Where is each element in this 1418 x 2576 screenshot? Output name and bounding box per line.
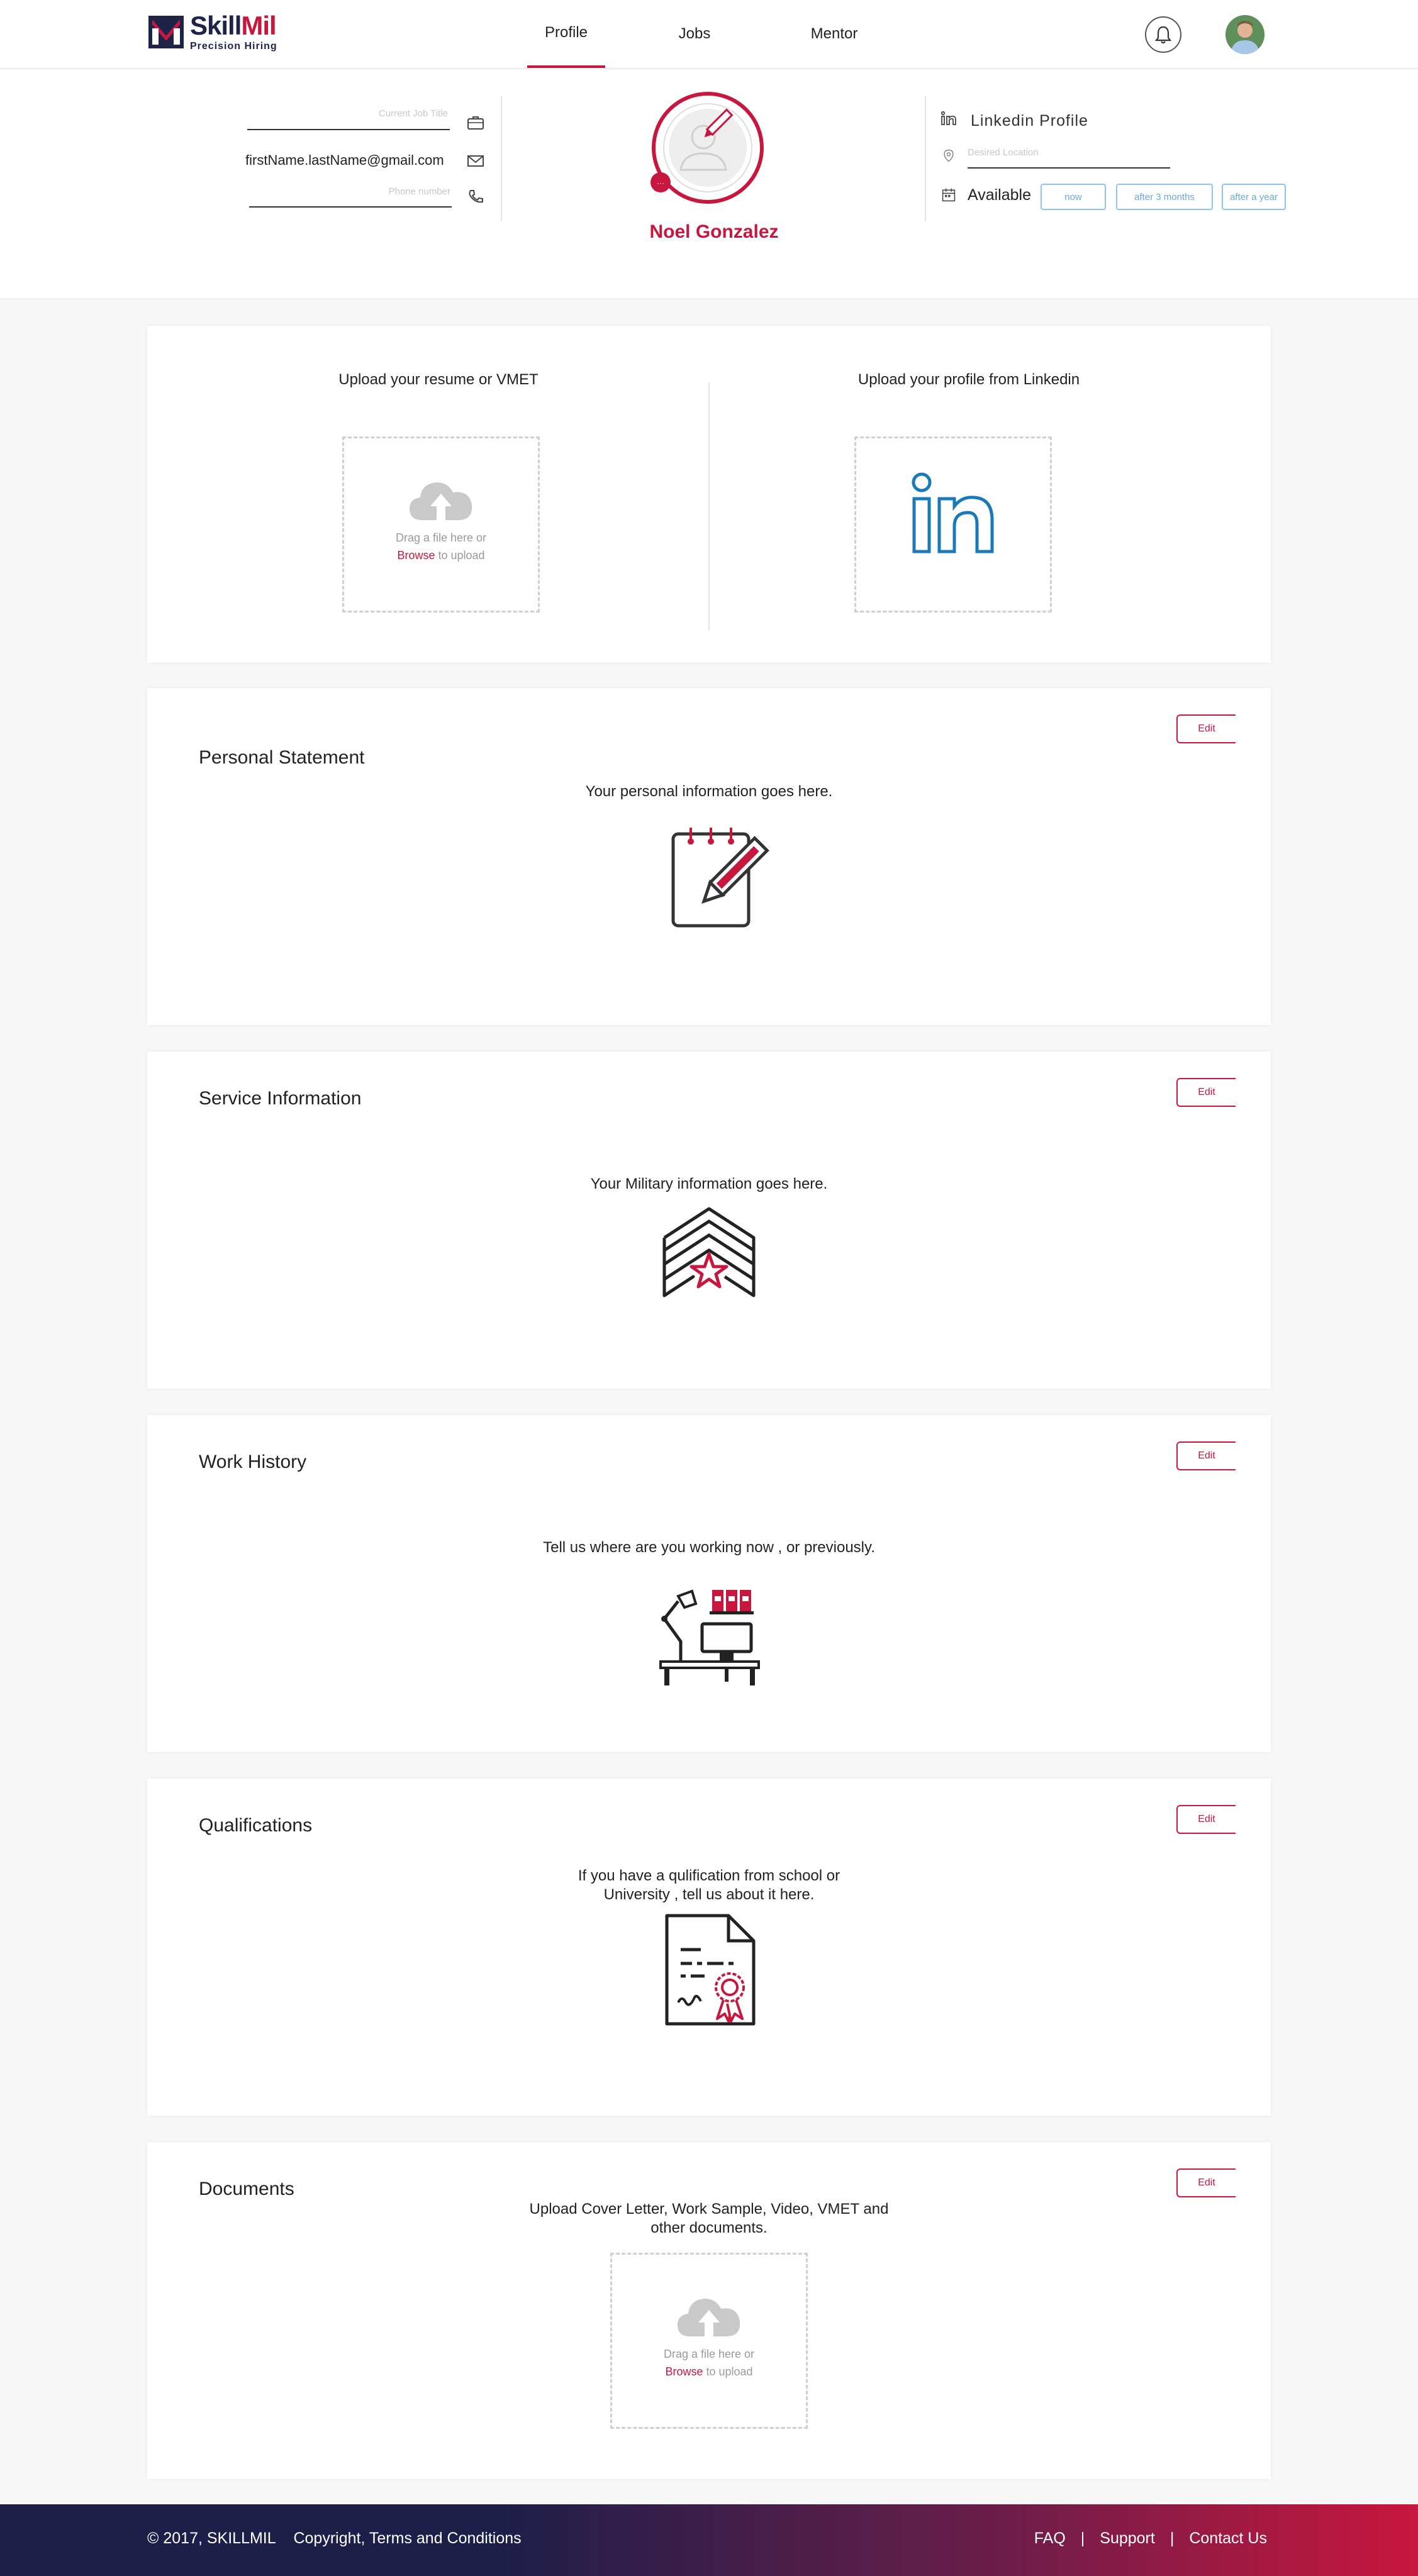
section-description-line2: other documents. (650, 2219, 768, 2236)
mail-icon (467, 155, 484, 167)
certificate-document-icon (665, 1914, 756, 2026)
phone-icon (469, 190, 483, 203)
linkedin-icon (941, 111, 956, 125)
section-description-line1: Upload Cover Letter, Work Sample, Video,… (529, 2201, 889, 2218)
to-upload-text: to upload (435, 549, 485, 562)
edit-documents-button[interactable]: Edit (1176, 2168, 1236, 2197)
user-avatar[interactable] (1225, 15, 1264, 54)
section-title: Service Information (199, 1088, 362, 1109)
profile-name: Noel Gonzalez (649, 221, 779, 242)
footer-separator: | (1170, 2529, 1175, 2547)
top-navbar: SkillMil Precision Hiring Profile Jobs M… (0, 0, 1418, 69)
military-rank-chevron-icon (662, 1207, 756, 1297)
desk-workspace-icon (659, 1589, 760, 1685)
linkedin-dropzone[interactable] (854, 436, 1052, 613)
briefcase-icon (467, 116, 484, 130)
nav-tab-profile[interactable]: Profile (527, 0, 605, 68)
resume-dropzone[interactable]: Drag a file here or Browse to upload (342, 436, 540, 613)
documents-dropzone[interactable]: Drag a file here or Browse to upload (610, 2253, 808, 2429)
linkedin-profile-link[interactable]: Linkedin Profile (971, 112, 1088, 130)
browse-link[interactable]: Browse (397, 549, 435, 562)
support-link[interactable]: Support (1100, 2529, 1155, 2548)
footer-separator: | (1080, 2529, 1085, 2547)
email-field[interactable]: firstName.lastName@gmail.com (245, 152, 444, 169)
personal-statement-card: Edit Personal Statement Your personal in… (147, 688, 1271, 1025)
avatar-photo-icon (1225, 15, 1264, 54)
copyright-text: © 2017, SKILLMIL (147, 2529, 276, 2547)
current-job-title-input[interactable]: Current Job Title (352, 108, 448, 119)
desired-location-underline (968, 167, 1170, 169)
browse-link[interactable]: Browse (665, 2365, 703, 2378)
contact-us-link[interactable]: Contact Us (1189, 2529, 1267, 2548)
availability-option-year[interactable]: after a year (1222, 184, 1286, 210)
drag-text: Drag a file here or (663, 2348, 755, 2360)
location-pin-icon (944, 149, 954, 162)
work-history-card: Edit Work History Tell us where are you … (147, 1415, 1271, 1752)
section-description: Your personal information goes here. (585, 783, 833, 800)
nav-tab-jobs[interactable]: Jobs (664, 0, 725, 68)
divider (501, 96, 502, 221)
divider (925, 96, 926, 221)
availability-option-3-months[interactable]: after 3 months (1116, 184, 1213, 210)
notifications-button[interactable] (1145, 16, 1181, 53)
calendar-icon (942, 188, 956, 202)
brand-tagline: Precision Hiring (190, 41, 277, 52)
availability-label: Available (968, 186, 1032, 204)
brand-name: SkillMil (190, 11, 277, 40)
notepad-pencil-icon (671, 828, 769, 928)
edit-personal-statement-button[interactable]: Edit (1176, 714, 1236, 743)
edit-qualifications-button[interactable]: Edit (1176, 1805, 1236, 1834)
edit-service-information-button[interactable]: Edit (1176, 1078, 1236, 1107)
section-description: Your Military information goes here. (590, 1175, 828, 1192)
drag-text: Drag a file here or (395, 531, 487, 544)
section-title: Personal Statement (199, 747, 365, 768)
svg-text:···: ··· (657, 179, 664, 187)
section-title: Documents (199, 2179, 294, 2199)
section-title: Qualifications (199, 1815, 313, 1836)
to-upload-text: to upload (703, 2365, 753, 2378)
section-description: Tell us where are you working now , or p… (543, 1539, 875, 1556)
qualifications-card: Edit Qualifications If you have a qulifi… (147, 1779, 1271, 2116)
main-nav: Profile Jobs Mentor (527, 0, 866, 68)
linkedin-logo-icon (912, 472, 994, 553)
brand-logo[interactable]: SkillMil Precision Hiring (147, 13, 277, 52)
current-job-title-underline (247, 129, 450, 130)
cloud-upload-icon (678, 2299, 740, 2336)
resume-upload-title: Upload your resume or VMET (338, 371, 539, 388)
upload-card: Upload your resume or VMET Upload your p… (147, 326, 1271, 663)
desired-location-input[interactable]: Desired Location (968, 147, 1119, 158)
nav-tab-mentor[interactable]: Mentor (803, 0, 866, 68)
availability-option-now[interactable]: now (1041, 184, 1106, 210)
phone-underline (249, 206, 452, 208)
edit-work-history-button[interactable]: Edit (1176, 1441, 1236, 1470)
skillmil-logo-icon (148, 16, 184, 48)
section-title: Work History (199, 1452, 307, 1472)
terms-link[interactable]: Copyright, Terms and Conditions (293, 2529, 521, 2547)
faq-link[interactable]: FAQ (1034, 2529, 1066, 2548)
phone-number-input[interactable]: Phone number (352, 186, 450, 197)
footer: © 2017, SKILLMIL Copyright, Terms and Co… (0, 2504, 1418, 2576)
service-information-card: Edit Service Information Your Military i… (147, 1052, 1271, 1389)
bell-icon (1154, 26, 1172, 44)
section-description-line2: University , tell us about it here. (603, 1886, 815, 1903)
section-description-line1: If you have a qulification from school o… (578, 1867, 840, 1884)
cloud-upload-icon (410, 482, 472, 520)
linkedin-upload-title: Upload your profile from Linkedin (857, 371, 1080, 388)
divider (708, 382, 710, 630)
profile-photo[interactable]: ··· (648, 88, 768, 208)
documents-card: Edit Documents Upload Cover Letter, Work… (147, 2142, 1271, 2479)
